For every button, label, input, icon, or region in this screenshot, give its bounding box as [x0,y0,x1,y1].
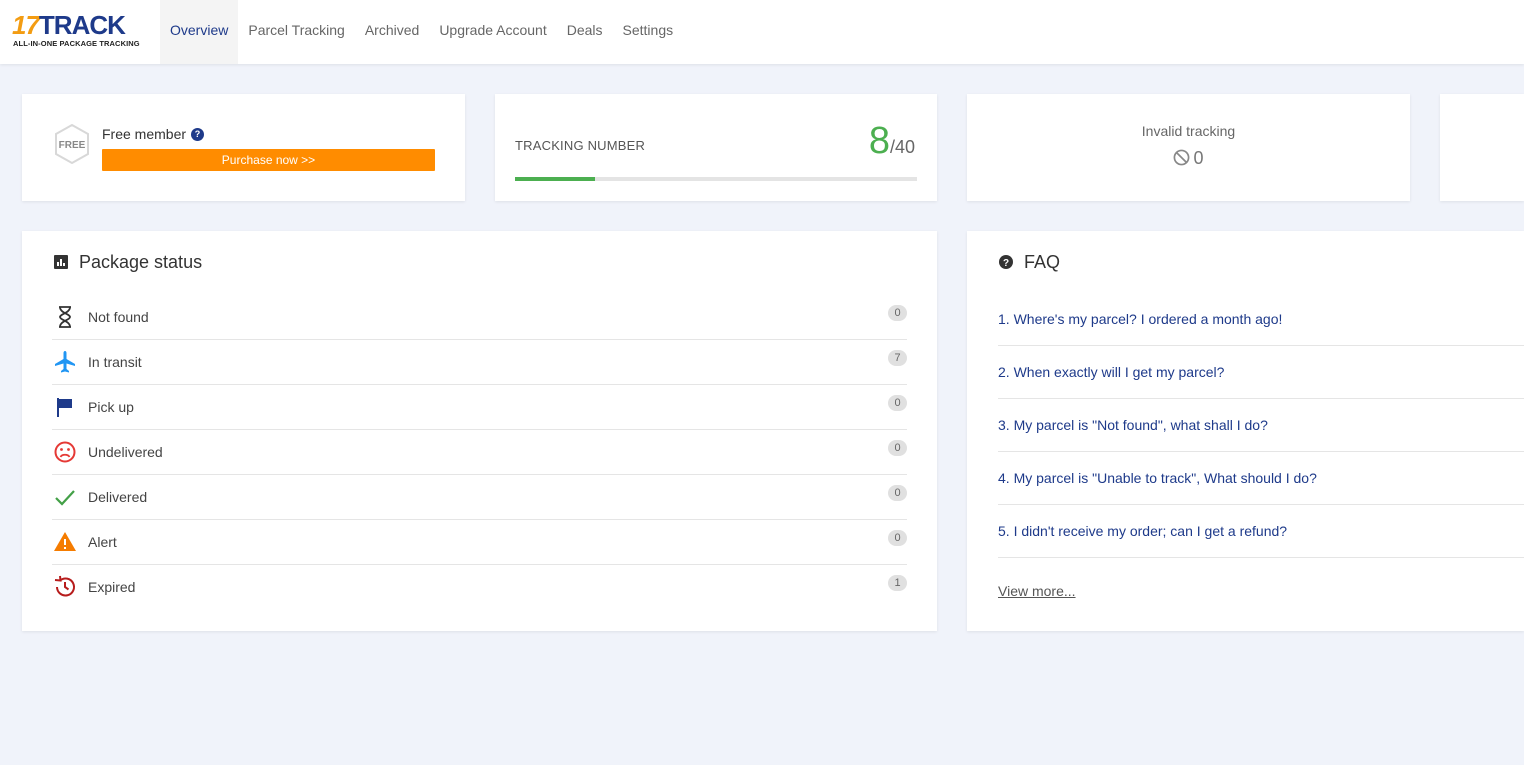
hourglass-icon [59,306,71,328]
status-count: 7 [888,350,907,366]
status-row-pick-up[interactable]: Pick up 0 [52,385,907,430]
tab-settings[interactable]: Settings [613,0,684,64]
tracking-number-count: 8/40 [869,122,915,160]
logo-text: TRACK [38,10,126,40]
status-count: 0 [888,530,907,546]
package-status-card: Package status Not found 0 In transit 7 [22,231,937,631]
status-label: In transit [88,354,142,370]
status-row-undelivered[interactable]: Undelivered 0 [52,430,907,475]
faq-link[interactable]: 4. My parcel is "Unable to track", What … [998,452,1524,505]
status-row-expired[interactable]: Expired 1 [52,565,907,610]
invalid-tracking-count: 0 [1193,148,1204,168]
tracking-number-label: TRACKING NUMBER [515,138,646,153]
logo[interactable]: 17TRACK ALL-IN-ONE PACKAGE TRACKING [12,12,144,52]
partial-card [1440,94,1524,201]
question-circle-icon: ? [999,255,1013,269]
status-label: Undelivered [88,444,163,460]
logo-number: 17 [12,10,40,40]
sad-face-icon [54,441,76,463]
member-card: FREE Free member ? Purchase now >> [22,94,465,201]
faq-card: ? FAQ 1. Where's my parcel? I ordered a … [967,231,1524,631]
status-row-in-transit[interactable]: In transit 7 [52,340,907,385]
tab-overview[interactable]: Overview [160,0,239,64]
member-title: Free member [102,126,187,142]
status-count: 0 [888,395,907,411]
invalid-tracking-value: 0 [967,148,1410,169]
help-icon[interactable]: ? [191,128,204,141]
status-label: Pick up [88,399,134,415]
airplane-icon [55,351,75,373]
faq-link[interactable]: 3. My parcel is "Not found", what shall … [998,399,1524,452]
tracking-progress-fill [515,177,596,181]
invalid-tracking-label: Invalid tracking [1141,123,1236,139]
faq-list: 1. Where's my parcel? I ordered a month … [998,293,1524,558]
checkmark-icon [55,490,75,506]
status-count: 0 [888,440,907,456]
tracking-progress-bar [515,177,917,181]
tracking-number-card: TRACKING NUMBER 8/40 [495,94,937,201]
ban-icon [1174,149,1190,166]
svg-text:FREE: FREE [59,140,86,151]
purchase-button[interactable]: Purchase now >> [102,149,435,171]
tab-upgrade-account[interactable]: Upgrade Account [429,0,556,64]
flag-icon [57,398,72,417]
tracking-limit: /40 [889,137,915,157]
tab-archived[interactable]: Archived [355,0,429,64]
invalid-tracking-card: Invalid tracking 0 [967,94,1410,201]
status-row-delivered[interactable]: Delivered 0 [52,475,907,520]
history-icon [54,575,75,597]
status-label: Not found [88,309,149,325]
tab-deals[interactable]: Deals [557,0,613,64]
warning-icon [54,532,76,551]
faq-link[interactable]: 5. I didn't receive my order; can I get … [998,505,1524,558]
status-label: Expired [88,579,136,595]
status-row-alert[interactable]: Alert 0 [52,520,907,565]
status-count: 1 [888,575,907,591]
tracking-used: 8 [868,120,890,162]
status-count: 0 [888,305,907,321]
status-row-not-found[interactable]: Not found 0 [52,295,907,340]
status-label: Delivered [88,489,148,505]
status-count: 0 [888,485,907,501]
free-badge-icon: FREE [55,124,89,164]
main-nav: Overview Parcel Tracking Archived Upgrad… [160,0,683,64]
svg-text:?: ? [1003,258,1009,269]
tab-parcel-tracking[interactable]: Parcel Tracking [238,0,354,64]
logo-tagline: ALL-IN-ONE PACKAGE TRACKING [13,39,140,48]
status-label: Alert [88,534,117,550]
bar-chart-icon [54,255,68,269]
faq-link[interactable]: 2. When exactly will I get my parcel? [998,346,1524,399]
faq-title: FAQ [1024,252,1061,272]
status-list: Not found 0 In transit 7 Pick up 0 Undel… [52,295,907,610]
faq-link[interactable]: 1. Where's my parcel? I ordered a month … [998,293,1524,346]
package-status-title: Package status [79,252,203,272]
view-more-link[interactable]: View more... [998,583,1076,599]
top-header: 17TRACK ALL-IN-ONE PACKAGE TRACKING Over… [0,0,1524,64]
